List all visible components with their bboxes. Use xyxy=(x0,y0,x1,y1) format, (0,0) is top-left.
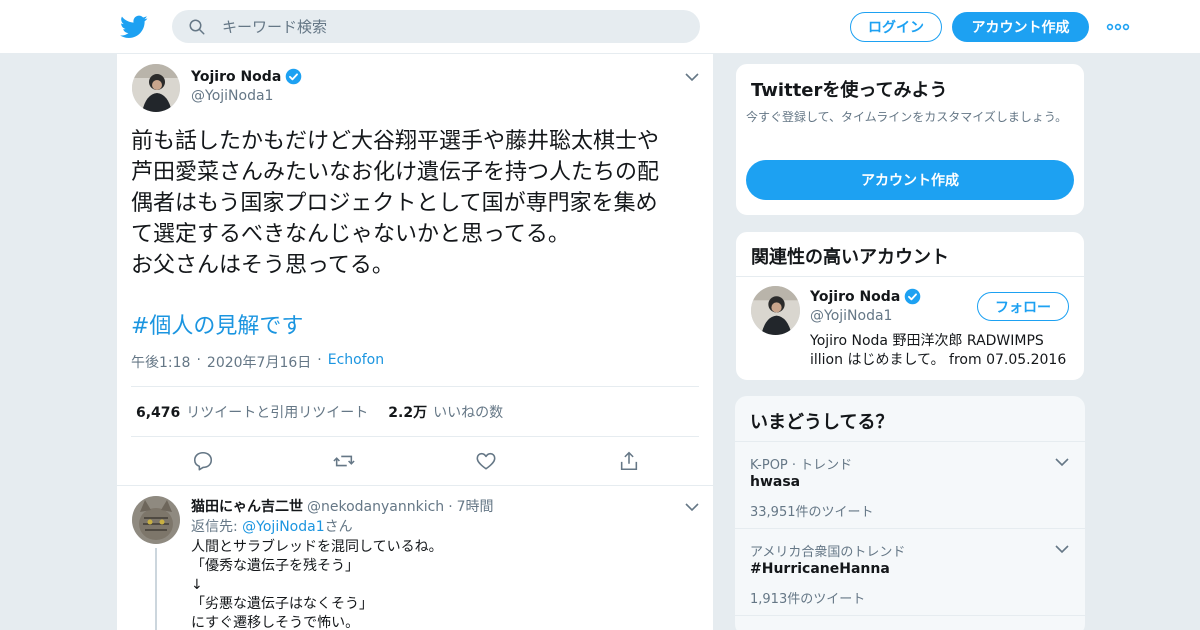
signup-card-button[interactable]: アカウント作成 xyxy=(746,160,1074,200)
meta-separator: · xyxy=(317,352,322,368)
trend-name[interactable]: hwasa xyxy=(750,474,800,490)
reply-time[interactable]: 7時間 xyxy=(457,496,494,516)
tweet-meta: 午後1:18 · 2020年7月16日 · Echofon xyxy=(131,352,384,372)
tweet-date[interactable]: 2020年7月16日 xyxy=(207,352,311,372)
top-bar: ログイン アカウント作成 xyxy=(0,0,1200,54)
divider xyxy=(131,386,699,387)
trend-item[interactable]: K-POP · トレンド hwasa 33,951件のツイート xyxy=(735,441,1085,528)
divider xyxy=(117,485,714,486)
reply-to-prefix: 返信先: xyxy=(191,519,243,535)
trend-tweet-count: 1,913件のツイート xyxy=(750,592,866,607)
verified-badge-icon xyxy=(285,68,302,85)
trends-panel: いまどうしてる？ K-POP · トレンド hwasa 33,951件のツイート… xyxy=(735,396,1085,630)
reply-text: 人間とサラブレッドを混同しているね。 「優秀な遺伝子を残そう」 ↓ 「劣悪な遺伝… xyxy=(191,539,443,630)
search-box[interactable] xyxy=(172,10,700,43)
reply-author-handle[interactable]: @nekodanyannkich xyxy=(307,499,444,515)
related-account-bio: Yojiro Noda 野田洋次郎 RADWIMPS illion はじめまして… xyxy=(810,333,1067,368)
trends-title: いまどうしてる？ xyxy=(750,412,894,433)
trend-name[interactable]: #HurricaneHanna xyxy=(750,561,890,577)
trend-context: K-POP · トレンド xyxy=(750,458,853,473)
related-account-name[interactable]: Yojiro Noda xyxy=(810,288,921,305)
related-accounts-title: 関連性の高いアカウント xyxy=(751,247,949,268)
tweet-text: 前も話したかもだけど大谷翔平選手や藤井聡太棋士や 芦田愛菜さんみたいなお化け遺伝… xyxy=(131,129,660,278)
reply-header: 猫田にゃん吉二世 @nekodanyannkich · 7時間 xyxy=(191,496,494,516)
meta-separator: · xyxy=(196,352,201,368)
meta-separator: · xyxy=(448,499,453,515)
chevron-down-icon[interactable] xyxy=(1055,457,1069,467)
retweet-label: リツイートと引用リツイート xyxy=(186,405,369,421)
retweet-icon[interactable] xyxy=(333,450,355,472)
search-input[interactable] xyxy=(222,17,662,36)
signup-card-title: Twitterを使ってみよう xyxy=(751,80,948,101)
related-accounts-card: 関連性の高いアカウント Yojiro Noda @YojiNoda1 フォロー … xyxy=(735,231,1085,381)
chevron-down-icon[interactable] xyxy=(1055,544,1069,554)
tweet-stats: 6,476 リツイートと引用リツイート 2.2万 いいねの数 xyxy=(136,402,503,422)
retweet-stat[interactable]: 6,476 リツイートと引用リツイート xyxy=(136,402,368,422)
author-handle[interactable]: @YojiNoda1 xyxy=(191,88,273,104)
more-options-icon[interactable] xyxy=(1106,18,1130,36)
author-avatar[interactable] xyxy=(132,64,180,112)
like-label: いいねの数 xyxy=(433,405,504,421)
like-stat[interactable]: 2.2万 いいねの数 xyxy=(388,402,503,422)
reply-icon[interactable] xyxy=(192,450,214,472)
search-icon xyxy=(189,19,205,34)
twitter-bird-icon[interactable] xyxy=(120,13,148,41)
reply-avatar[interactable] xyxy=(132,496,180,544)
tweet-actions xyxy=(117,450,715,472)
tweet-time[interactable]: 午後1:18 xyxy=(131,352,190,372)
chevron-down-icon[interactable] xyxy=(685,72,699,82)
signup-card: Twitterを使ってみよう 今すぐ登録して、タイムラインをカスタマイズしましょ… xyxy=(735,63,1085,216)
author-name-text: Yojiro Noda xyxy=(191,68,282,85)
reply-to-handle-link[interactable]: @YojiNoda1 xyxy=(242,519,324,535)
reply-author-name[interactable]: 猫田にゃん吉二世 xyxy=(191,496,303,516)
verified-badge-icon xyxy=(904,288,921,305)
divider xyxy=(131,436,699,437)
trend-item[interactable] xyxy=(735,615,1085,630)
like-heart-icon[interactable] xyxy=(475,450,497,472)
author-name[interactable]: Yojiro Noda xyxy=(191,68,302,85)
chevron-down-icon[interactable] xyxy=(685,502,699,512)
reply-to-line: 返信先: @YojiNoda1さん xyxy=(191,516,353,536)
tweet-column: Yojiro Noda @YojiNoda1 前も話したかもだけど大谷翔平選手や… xyxy=(116,54,714,630)
thread-line xyxy=(155,548,157,630)
trend-tweet-count: 33,951件のツイート xyxy=(750,505,874,520)
trend-item[interactable]: アメリカ合衆国のトレンド #HurricaneHanna 1,913件のツイート xyxy=(735,528,1085,615)
related-account-handle[interactable]: @YojiNoda1 xyxy=(810,308,892,324)
divider xyxy=(736,276,1084,277)
related-account-avatar[interactable] xyxy=(751,286,800,335)
signup-card-description: 今すぐ登録して、タイムラインをカスタマイズしましょう。 xyxy=(746,110,1068,124)
share-icon[interactable] xyxy=(618,450,640,472)
retweet-count: 6,476 xyxy=(136,405,181,421)
like-count: 2.2万 xyxy=(388,405,428,421)
login-button[interactable]: ログイン xyxy=(850,12,942,42)
related-account-name-text: Yojiro Noda xyxy=(810,288,901,305)
reply-to-suffix: さん xyxy=(324,519,353,535)
signup-button[interactable]: アカウント作成 xyxy=(952,12,1089,42)
tweet-source-link[interactable]: Echofon xyxy=(328,352,384,372)
hashtag-link[interactable]: #個人の見解です xyxy=(131,308,303,340)
follow-button[interactable]: フォロー xyxy=(977,292,1069,321)
trend-context: アメリカ合衆国のトレンド xyxy=(750,545,906,560)
